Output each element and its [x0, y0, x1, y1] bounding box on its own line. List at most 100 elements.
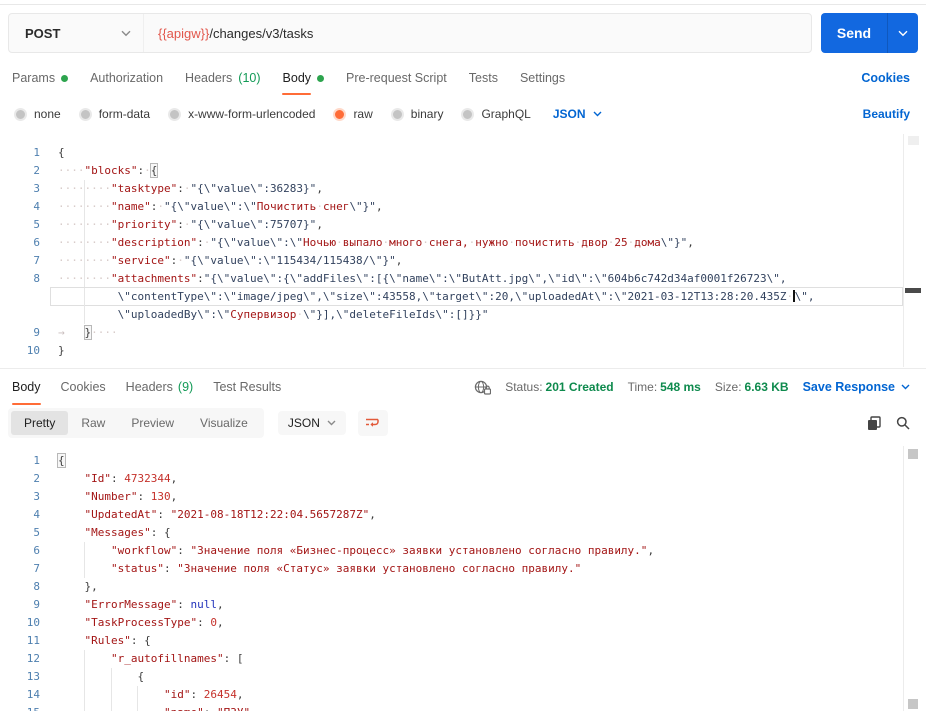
request-editor-scrollbar[interactable]: [903, 134, 922, 367]
tab-settings[interactable]: Settings: [520, 62, 565, 94]
raw-language-select[interactable]: JSON: [553, 107, 602, 121]
response-tab-cookies[interactable]: Cookies: [61, 369, 106, 405]
response-scrollbar[interactable]: [903, 446, 922, 711]
response-body-viewer[interactable]: 1{2 "Id": 4732344, 3 "Number": 130, 4 "Upd…: [0, 446, 926, 711]
search-icon[interactable]: [896, 416, 910, 430]
response-toolbar: Pretty Raw Preview Visualize JSON: [8, 406, 910, 440]
view-preview[interactable]: Preview: [118, 411, 187, 435]
top-divider: [0, 4, 926, 5]
line-number: 10: [26, 616, 40, 629]
line-number: 3: [33, 490, 40, 503]
tab-label: Pre-request Script: [346, 71, 447, 85]
body-type-none[interactable]: none: [14, 107, 61, 121]
wrap-lines-icon: [365, 417, 380, 429]
view-visualize[interactable]: Visualize: [187, 411, 261, 435]
code-line: 11 "Rules": {: [0, 632, 926, 650]
code-line: 12 "r_autofillnames": [: [0, 650, 926, 668]
code-line: 4 ········"name":·"{\"value\":\"Почистить…: [0, 198, 926, 216]
line-number: 10: [26, 344, 40, 357]
view-raw[interactable]: Raw: [68, 411, 118, 435]
body-type-x-www-form-urlencoded[interactable]: x-www-form-urlencoded: [168, 107, 315, 121]
request-body-editor[interactable]: 1{2 ····"blocks":·{3 ········"tasktype":·"…: [0, 132, 926, 380]
radio-label: form-data: [98, 107, 151, 121]
tab-label: Cookies: [60, 380, 106, 394]
line-number: 4: [33, 200, 40, 213]
line-number: 8: [33, 272, 40, 285]
body-type-raw[interactable]: raw: [333, 107, 373, 121]
radio-icon: [14, 107, 27, 121]
code-line: 1{: [0, 144, 926, 162]
code-line: 2 "Id": 4732344,: [0, 470, 926, 488]
line-number: 1: [33, 146, 40, 159]
body-type-graphql[interactable]: GraphQL: [461, 107, 531, 121]
radio-label: GraphQL: [481, 107, 531, 121]
line-number: 13: [26, 670, 40, 683]
tab-authorization[interactable]: Authorization: [90, 62, 163, 94]
response-language-label: JSON: [287, 416, 320, 430]
request-tabs: Params Authorization Headers (10) Body Pre-r…: [12, 62, 910, 95]
line-number: 15: [0, 704, 40, 711]
response-tabs: Body Cookies Headers (9) Test Results: [12, 369, 281, 405]
code-line: 1{: [0, 452, 926, 470]
tab-body[interactable]: Body: [281, 62, 325, 95]
code-line: 10}: [0, 342, 926, 360]
response-view-switcher: Pretty Raw Preview Visualize: [8, 408, 264, 438]
send-button-group: Send: [821, 13, 918, 53]
code-line: 13 {: [0, 668, 926, 686]
response-tab-headers[interactable]: Headers (9): [126, 369, 194, 405]
code-line: 7 ········"service":·"{\"value\":\"115434…: [0, 252, 926, 270]
scrollbar-thumb[interactable]: [908, 136, 919, 145]
code-line: 6 "workflow": "Значение поля «Бизнес-про…: [0, 542, 926, 560]
tab-label: Headers: [125, 380, 173, 394]
body-type-binary[interactable]: binary: [390, 107, 443, 121]
response-language-select[interactable]: JSON: [277, 411, 346, 435]
network-globe-lock-icon: [474, 380, 492, 395]
tab-count: (10): [238, 71, 261, 85]
method-select[interactable]: POST: [9, 14, 144, 52]
green-dot-icon: [317, 74, 325, 82]
copy-icon[interactable]: [867, 415, 881, 431]
code-line: 7 "status": "Значение поля «Статус» заяв…: [0, 560, 926, 578]
response-tab-test-results[interactable]: Test Results: [213, 369, 281, 405]
tab-params[interactable]: Params: [12, 62, 69, 94]
code-line: 3 "Number": 130,: [0, 488, 926, 506]
send-options-button[interactable]: [887, 13, 918, 53]
view-pretty[interactable]: Pretty: [11, 411, 69, 435]
radio-label: none: [34, 107, 61, 121]
green-dot-icon: [61, 74, 69, 82]
send-button[interactable]: Send: [821, 13, 887, 53]
scrollbar-thumb[interactable]: [908, 699, 918, 709]
tab-label: Tests: [468, 71, 498, 85]
method-label: POST: [25, 25, 61, 41]
code-line: 8 },: [0, 578, 926, 596]
cookies-link[interactable]: Cookies: [861, 71, 910, 85]
response-tab-body[interactable]: Body: [12, 369, 41, 405]
code-line: 5 "Messages": {: [0, 524, 926, 542]
line-number: 14: [26, 688, 40, 701]
line-number: 6: [33, 236, 40, 249]
beautify-link[interactable]: Beautify: [863, 107, 910, 121]
scrollbar-thumb[interactable]: [908, 449, 918, 459]
response-meta-bar: Body Cookies Headers (9) Test Results Status…: [0, 368, 926, 405]
tab-pre-request-script[interactable]: Pre-request Script: [346, 62, 447, 94]
save-response-label: Save Response: [802, 380, 895, 394]
save-response-button[interactable]: Save Response: [803, 380, 910, 394]
tab-label: Settings: [519, 71, 566, 85]
line-number: 5: [33, 218, 40, 231]
tab-headers[interactable]: Headers (10): [185, 62, 260, 94]
response-tool-icons: [867, 415, 910, 431]
raw-language-label: JSON: [552, 107, 586, 121]
tab-label: Headers: [185, 71, 233, 85]
line-number: 11: [26, 634, 40, 647]
url-env-variable: {{apigw}}: [158, 25, 210, 41]
request-url-container: POST {{apigw}}/changes/v3/tasks: [8, 13, 812, 53]
line-number: 7: [33, 562, 40, 575]
url-input[interactable]: {{apigw}}/changes/v3/tasks: [144, 14, 811, 52]
tab-tests[interactable]: Tests: [469, 62, 498, 94]
wrap-lines-button[interactable]: [357, 410, 388, 436]
body-type-form-data[interactable]: form-data: [78, 107, 151, 121]
cursor-position-marker: [905, 288, 921, 293]
radio-icon: [78, 107, 92, 121]
chevron-down-icon: [898, 30, 908, 37]
chevron-down-icon: [327, 420, 336, 426]
